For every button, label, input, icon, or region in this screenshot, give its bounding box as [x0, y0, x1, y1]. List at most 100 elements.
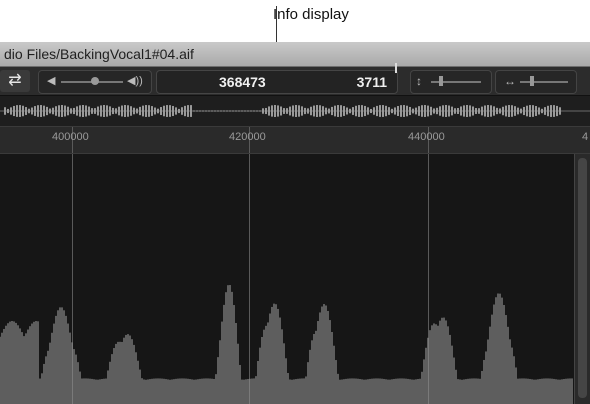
overview-sample [88, 106, 90, 116]
overview-sample [259, 110, 261, 112]
vertical-zoom-icon: ↕ [416, 74, 422, 88]
overview-sample [310, 106, 312, 116]
overview-sample [175, 107, 177, 115]
vertical-zoom-slider[interactable]: ↕ [410, 70, 492, 94]
overview-sample [301, 106, 303, 116]
overview-sample [265, 107, 267, 115]
overview-sample [487, 105, 489, 117]
overview-sample [499, 108, 501, 114]
overview-sample [280, 106, 282, 116]
overview-sample [553, 105, 555, 117]
overview-sample [130, 106, 132, 116]
time-ruler[interactable]: 400000 420000 440000 4 [0, 127, 590, 154]
overview-sample [292, 105, 294, 117]
overview-sample [373, 107, 375, 115]
overview-sample [322, 106, 324, 116]
overview-sample [46, 106, 48, 116]
scrollbar-thumb[interactable] [578, 158, 587, 398]
overview-sample [490, 105, 492, 117]
overview-sample [196, 110, 198, 112]
overview-sample [436, 107, 438, 115]
overview-sample [367, 107, 369, 115]
overview-sample [103, 105, 105, 117]
volume-slider[interactable]: ◀ ◀)) [38, 70, 152, 94]
overview-sample [289, 106, 291, 116]
overview-sample [133, 107, 135, 115]
overview-sample [76, 106, 78, 116]
overview-sample [106, 105, 108, 117]
toolbar: ⇄ ◀ ◀)) 368473 3711 ↕ ↔ [0, 63, 590, 96]
overview-sample [205, 110, 207, 112]
overview-sample [109, 106, 111, 116]
overview-sample [31, 107, 33, 115]
overview-sample [238, 110, 240, 112]
waveform-svg [0, 285, 573, 404]
overview-sample [274, 105, 276, 117]
overview-sample [94, 108, 96, 114]
sample-editor-window: dio Files/BackingVocal1#04.aif ⇄ ◀ ◀)) 3… [0, 42, 590, 404]
overview-sample [247, 110, 249, 112]
loop-button[interactable]: ⇄ [0, 70, 30, 92]
overview-sample [148, 105, 150, 117]
horizontal-zoom-knob[interactable] [530, 76, 534, 86]
overview-sample [319, 105, 321, 117]
overview-sample [349, 108, 351, 114]
overview-sample [61, 105, 63, 117]
overview-sample [7, 108, 9, 114]
volume-knob[interactable] [91, 77, 99, 85]
overview-sample [70, 108, 72, 114]
overview-sample [430, 106, 432, 116]
overview-sample [352, 107, 354, 115]
info-display-length: 3711 [356, 74, 387, 90]
horizontal-zoom-slider[interactable]: ↔ [495, 70, 577, 94]
overview-sample [13, 105, 15, 117]
overview-sample [97, 106, 99, 116]
overview-sample [394, 107, 396, 115]
overview-sample [331, 106, 333, 116]
overview-sample [25, 107, 27, 115]
overview-sample [541, 108, 543, 114]
overview-sample [52, 107, 54, 115]
overview-sample [211, 110, 213, 112]
overview-sample [283, 108, 285, 114]
overview-sample [406, 105, 408, 117]
vertical-scrollbar[interactable] [574, 154, 590, 404]
overview-sample [193, 110, 195, 112]
overview-sample [508, 105, 510, 117]
speaker-low-icon: ◀ [47, 75, 56, 87]
horizontal-zoom-track[interactable] [520, 81, 568, 83]
overview-sample [163, 105, 165, 117]
overview-sample [397, 106, 399, 116]
title-bar[interactable]: dio Files/BackingVocal1#04.aif [0, 42, 590, 67]
overview-sample [364, 105, 366, 117]
overview-sample [493, 106, 495, 116]
overview-sample [514, 106, 516, 116]
overview-sample [22, 105, 24, 117]
overview-sample [424, 105, 426, 117]
waveform-editor[interactable] [0, 154, 574, 404]
overview-sample [559, 107, 561, 115]
overview-sample [250, 110, 252, 112]
overview-sample [307, 108, 309, 114]
overview-sample [58, 105, 60, 117]
overview-sample [115, 108, 117, 114]
overview-sample [169, 105, 171, 117]
overview-sample [166, 105, 168, 117]
overview-sample [325, 107, 327, 115]
overview-sample [208, 110, 210, 112]
overview-sample [262, 108, 264, 114]
overview-sample [154, 107, 156, 115]
overview-sample [391, 108, 393, 114]
overview-sample [64, 105, 66, 117]
overview-sample [355, 105, 357, 117]
overview-sample [481, 106, 483, 116]
overview-sample [472, 106, 474, 116]
overview-sample [181, 107, 183, 115]
overview-sample [253, 110, 255, 112]
ruler-tick-label: 420000 [229, 131, 266, 143]
overview-sample [178, 108, 180, 114]
waveform-overview[interactable] [0, 96, 590, 127]
overview-sample [241, 110, 243, 112]
overview-sample [172, 105, 174, 117]
vertical-zoom-knob[interactable] [439, 76, 443, 86]
